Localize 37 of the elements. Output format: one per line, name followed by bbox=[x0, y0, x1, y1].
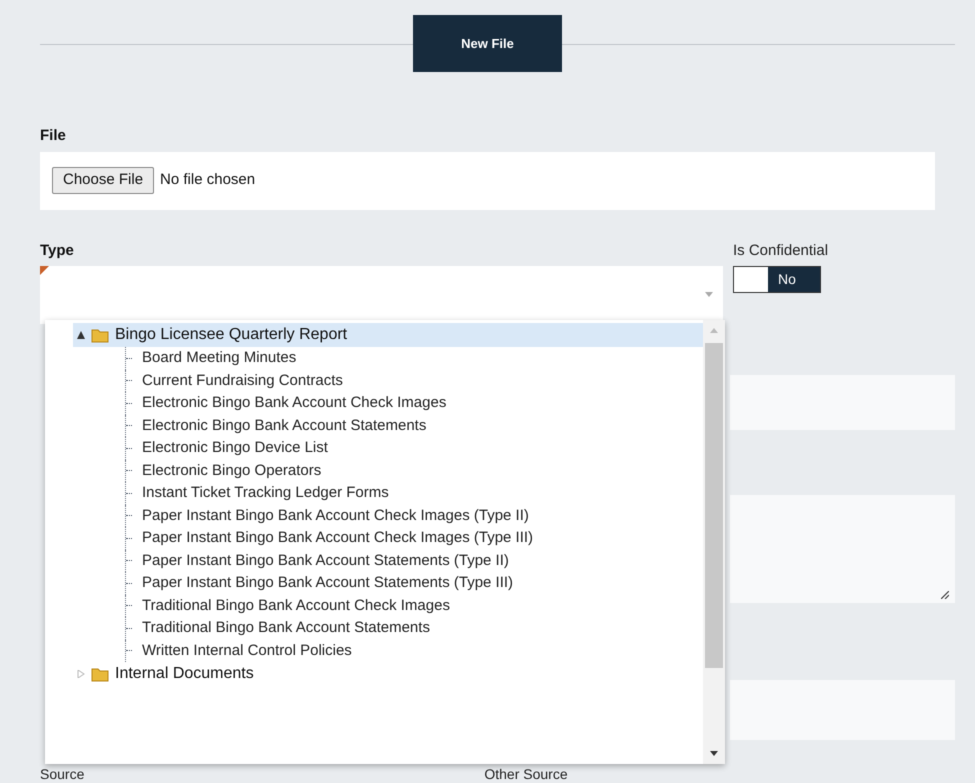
new-file-button[interactable]: New File bbox=[413, 15, 562, 72]
dropdown-caret-icon[interactable] bbox=[705, 292, 713, 297]
tree-item[interactable]: Written Internal Control Policies bbox=[141, 640, 353, 662]
tree-item[interactable]: Traditional Bingo Bank Account Statements bbox=[141, 617, 431, 640]
field-label: Is Confidential bbox=[733, 240, 828, 260]
input-field[interactable] bbox=[730, 680, 955, 740]
tree-item[interactable]: Board Meeting Minutes bbox=[141, 347, 298, 370]
tree-item[interactable]: Paper Instant Bingo Bank Account Statements (Type III) bbox=[141, 572, 514, 594]
scroll-up-icon[interactable] bbox=[710, 328, 718, 333]
tree-item[interactable]: Paper Instant Bingo Bank Account Check Images (Type II) bbox=[141, 504, 530, 527]
tree-item[interactable]: Electronic Bingo Device List bbox=[141, 437, 329, 460]
tree-item[interactable]: Paper Instant Bingo Bank Account Check Images (Type III) bbox=[141, 527, 534, 550]
tree-item[interactable]: Paper Instant Bingo Bank Account Statements (Type II) bbox=[141, 550, 510, 572]
tree-item[interactable]: Electronic Bingo Bank Account Statements bbox=[141, 414, 428, 437]
folder-icon bbox=[91, 666, 109, 682]
field-label: Source bbox=[40, 766, 84, 782]
expand-icon[interactable] bbox=[77, 670, 85, 678]
input-field[interactable] bbox=[730, 375, 955, 430]
tree-item[interactable]: Current Fundraising Contracts bbox=[141, 370, 344, 392]
resize-handle-icon[interactable] bbox=[941, 591, 949, 599]
field-label: Other Source bbox=[484, 766, 568, 782]
tree-item[interactable]: Traditional Bingo Bank Account Check Images bbox=[141, 594, 451, 617]
file-field[interactable]: Choose File No file chosen bbox=[40, 152, 935, 210]
tree-item[interactable]: Internal Documents bbox=[73, 662, 703, 686]
scroll-down-icon[interactable] bbox=[710, 751, 718, 756]
tree-item[interactable]: Electronic Bingo Bank Account Check Images bbox=[141, 392, 448, 414]
confidential-toggle[interactable]: No bbox=[733, 266, 821, 293]
collapse-icon[interactable] bbox=[77, 331, 85, 339]
field-label: File bbox=[40, 126, 66, 146]
field-label: Type bbox=[40, 240, 74, 260]
folder-icon bbox=[91, 327, 109, 343]
tree-item[interactable]: Bingo Licensee Quarterly Report bbox=[73, 323, 703, 347]
scrollbar[interactable] bbox=[703, 320, 725, 764]
tree-item[interactable]: Electronic Bingo Operators bbox=[141, 460, 322, 482]
type-select[interactable] bbox=[40, 266, 723, 324]
tree-item[interactable]: Instant Ticket Tracking Ledger Forms bbox=[141, 482, 390, 504]
scrollbar-thumb[interactable] bbox=[705, 343, 723, 668]
